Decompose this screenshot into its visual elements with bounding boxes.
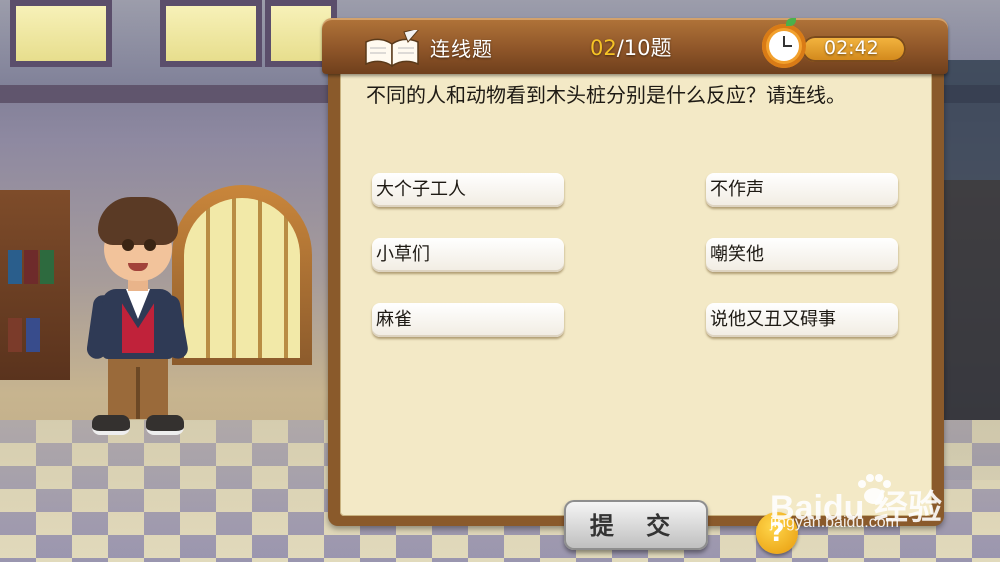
book (26, 318, 40, 352)
right-option[interactable]: 不作声 (706, 173, 898, 207)
book (24, 250, 38, 284)
book (8, 250, 22, 284)
character-legs-gap (136, 367, 140, 419)
stopwatch-hand (783, 45, 792, 47)
character-shoe (146, 415, 184, 435)
baidu-watermark: Baidu 经验 jingyan.baidu.com (770, 472, 970, 542)
character-hair (98, 197, 178, 245)
top-window (10, 0, 112, 67)
character-eye (144, 239, 156, 251)
left-option[interactable]: 小草们 (372, 238, 564, 272)
right-option[interactable]: 说他又丑又碍事 (706, 303, 898, 337)
top-window (160, 0, 262, 67)
book (8, 318, 22, 352)
book (40, 250, 54, 284)
countdown-timer: 02:42 (762, 18, 912, 72)
left-option[interactable]: 麻雀 (372, 303, 564, 337)
character-eye (122, 239, 134, 251)
stopwatch-leaf (786, 18, 796, 26)
left-option[interactable]: 大个子工人 (372, 173, 564, 207)
character-shoe (92, 415, 130, 435)
question-text: 不同的人和动物看到木头桩分别是什么反应？请连线。 (366, 83, 846, 107)
watermark-url: jingyan.baidu.com (770, 514, 899, 531)
open-book-icon (365, 30, 419, 68)
stopwatch-icon (762, 18, 806, 68)
question-panel-body (340, 60, 932, 516)
question-type-label: 连线题 (430, 37, 493, 61)
wall-shadow (940, 60, 1000, 480)
current-question-number: 02 (590, 36, 617, 60)
boy-character (85, 195, 190, 445)
window-glass (184, 198, 300, 358)
question-progress: 02/10题 (590, 32, 672, 62)
timer-text: 02:42 (824, 37, 879, 59)
submit-button[interactable]: 提 交 (564, 500, 708, 550)
total-questions: /10题 (616, 36, 672, 60)
right-option[interactable]: 嘲笑他 (706, 238, 898, 272)
